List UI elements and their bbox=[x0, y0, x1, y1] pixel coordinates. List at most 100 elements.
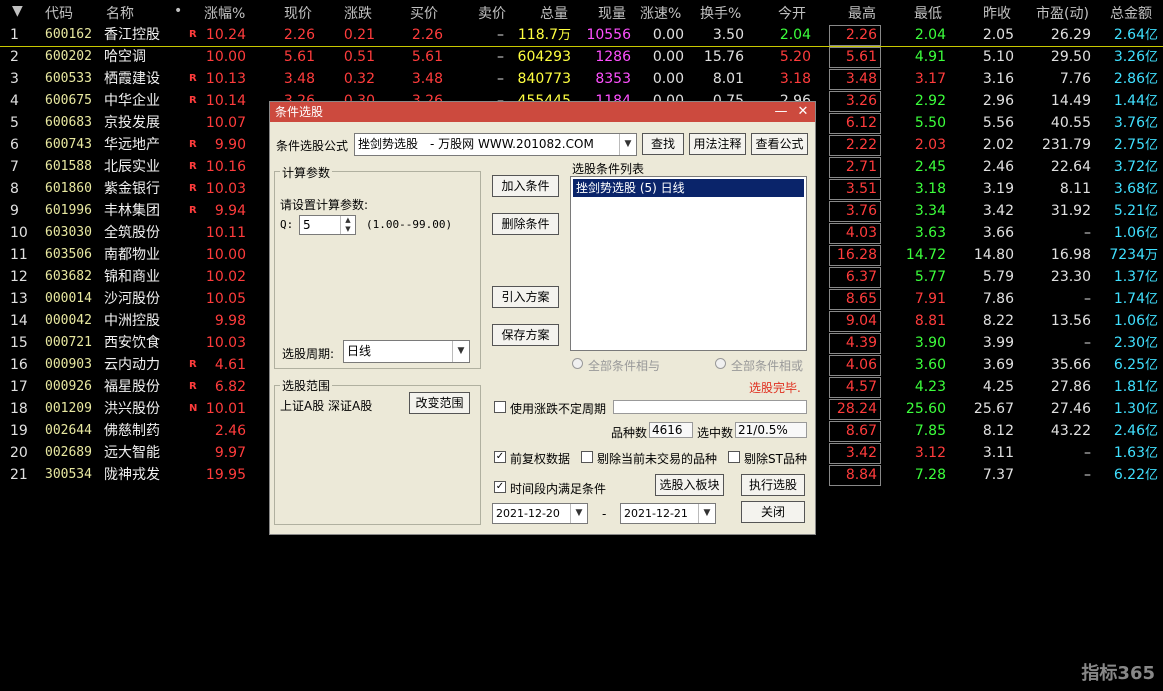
col-change-pct[interactable]: 涨幅% bbox=[204, 3, 245, 23]
add-condition-button[interactable]: 加入条件 bbox=[492, 175, 559, 197]
col-volume[interactable]: 总量 bbox=[540, 3, 568, 23]
high-value: 3.76 bbox=[845, 203, 877, 219]
stock-code: 601996 bbox=[45, 203, 92, 218]
high-value: 4.39 bbox=[845, 335, 877, 351]
find-button[interactable]: 查找 bbox=[642, 133, 684, 155]
quote-table-header: ▼ 代码 名称 • 涨幅% 现价 涨跌 买价 卖价 总量 现量 涨速% 换手% … bbox=[0, 0, 1163, 24]
low-value: 2.03 bbox=[914, 137, 946, 153]
col-change[interactable]: 涨跌 bbox=[344, 3, 372, 23]
table-row[interactable]: 3 600533 栖霞建设 R 10.13 3.48 0.32 3.48 – 8… bbox=[0, 68, 1163, 90]
change-value: 0.51 bbox=[343, 49, 375, 65]
to-block-button[interactable]: 选股入板块 bbox=[655, 474, 724, 496]
col-bid[interactable]: 买价 bbox=[410, 3, 438, 23]
import-scheme-button[interactable]: 引入方案 bbox=[492, 286, 559, 308]
date-to-picker[interactable]: 2021-12-21 ▼ bbox=[620, 503, 716, 524]
chevron-down-icon[interactable]: ▼ bbox=[570, 504, 587, 523]
use-limit-checkbox[interactable] bbox=[494, 401, 506, 413]
col-price[interactable]: 现价 bbox=[284, 3, 312, 23]
delete-condition-button[interactable]: 删除条件 bbox=[492, 213, 559, 235]
high-value: 4.06 bbox=[845, 357, 877, 373]
view-formula-button[interactable]: 查看公式 bbox=[751, 133, 808, 155]
table-row[interactable]: 1 600162 香江控股 R 10.24 2.26 0.21 2.26 – 1… bbox=[0, 24, 1163, 47]
col-cur-vol[interactable]: 现量 bbox=[598, 3, 626, 23]
col-high[interactable]: 最高 bbox=[848, 3, 876, 23]
close-button[interactable]: 关闭 bbox=[741, 501, 805, 523]
chevron-down-icon[interactable]: ▼ bbox=[698, 504, 715, 523]
execute-button[interactable]: 执行选股 bbox=[741, 474, 805, 496]
row-index: 19 bbox=[10, 423, 28, 439]
col-code[interactable]: 代码 bbox=[45, 3, 73, 23]
table-row[interactable]: 2 600202 哈空调 10.00 5.61 0.51 5.61 – 6042… bbox=[0, 46, 1163, 68]
exclude-st-checkbox[interactable] bbox=[728, 451, 740, 463]
param-q-stepper[interactable]: 5 ▲ ▼ bbox=[299, 215, 356, 235]
row-index: 11 bbox=[10, 247, 28, 263]
stepper-arrows-icon[interactable]: ▲ ▼ bbox=[340, 216, 355, 234]
formula-select[interactable]: 挫剑势选股 - 万股网 WWW.201082.COM ▼ bbox=[354, 133, 637, 156]
or-radio[interactable] bbox=[715, 358, 726, 369]
condition-selection-dialog: 条件选股 — ✕ 条件选股公式 挫剑势选股 - 万股网 WWW.201082.C… bbox=[269, 101, 816, 535]
col-low[interactable]: 最低 bbox=[914, 3, 942, 23]
col-name[interactable]: 名称 bbox=[106, 3, 134, 23]
volume-value: 840773 bbox=[517, 71, 571, 87]
low-value: 14.72 bbox=[905, 247, 946, 263]
pe-value: 31.92 bbox=[1050, 203, 1091, 219]
col-turnover[interactable]: 换手% bbox=[700, 3, 741, 23]
count-value: 4616 bbox=[649, 422, 693, 438]
high-value: 4.03 bbox=[845, 225, 877, 241]
amount-value: 3.68亿 bbox=[1113, 181, 1158, 197]
low-value: 4.91 bbox=[914, 49, 946, 65]
row-index: 16 bbox=[10, 357, 28, 373]
minimize-button[interactable]: — bbox=[770, 102, 792, 122]
col-amount[interactable]: 总金额 bbox=[1110, 3, 1152, 23]
usage-notes-button[interactable]: 用法注释 bbox=[689, 133, 746, 155]
col-prev-close[interactable]: 昨收 bbox=[983, 3, 1011, 23]
change-pct-value: 10.14 bbox=[205, 93, 246, 109]
list-item[interactable]: 挫剑势选股 (5) 日线 bbox=[573, 179, 804, 197]
open-value: 2.04 bbox=[779, 27, 811, 43]
change-pct-value: 10.00 bbox=[205, 247, 246, 263]
ask-value: – bbox=[497, 27, 504, 43]
pe-value: 231.79 bbox=[1042, 137, 1091, 153]
stock-code: 601588 bbox=[45, 159, 92, 174]
high-value: 6.12 bbox=[845, 115, 877, 131]
formula-value: 挫剑势选股 - 万股网 WWW.201082.COM bbox=[358, 137, 594, 151]
amount-value: 5.21亿 bbox=[1113, 203, 1158, 219]
stock-name: 中洲控股 bbox=[104, 313, 160, 329]
sort-arrow-icon[interactable]: ▼ bbox=[12, 3, 23, 19]
pe-value: 35.66 bbox=[1050, 357, 1091, 373]
close-icon[interactable]: ✕ bbox=[792, 102, 814, 122]
stock-code: 600202 bbox=[45, 49, 92, 64]
chevron-down-icon[interactable]: ▼ bbox=[452, 341, 469, 362]
col-pe[interactable]: 市盈(动) bbox=[1036, 3, 1089, 23]
change-range-button[interactable]: 改变范围 bbox=[409, 392, 470, 414]
prev-close-value: 3.16 bbox=[982, 71, 1014, 87]
col-open[interactable]: 今开 bbox=[778, 3, 806, 23]
low-value: 8.81 bbox=[914, 313, 946, 329]
row-index: 5 bbox=[10, 115, 19, 131]
bid-value: 3.48 bbox=[411, 71, 443, 87]
amount-value: 1.06亿 bbox=[1113, 225, 1158, 241]
pe-value: – bbox=[1084, 335, 1091, 351]
change-pct-value: 10.07 bbox=[205, 115, 246, 131]
exclude-notrade-checkbox[interactable] bbox=[581, 451, 593, 463]
row-index: 7 bbox=[10, 159, 19, 175]
amount-value: 6.22亿 bbox=[1113, 467, 1158, 483]
time-cond-checkbox[interactable]: ✓ bbox=[494, 481, 506, 493]
condition-list[interactable]: 挫剑势选股 (5) 日线 bbox=[570, 176, 807, 351]
amount-value: 3.26亿 bbox=[1113, 49, 1158, 65]
chevron-down-icon[interactable]: ▼ bbox=[619, 134, 636, 155]
condition-list-label: 选股条件列表 bbox=[572, 162, 645, 176]
col-speed[interactable]: 涨速% bbox=[640, 3, 681, 23]
col-ask[interactable]: 卖价 bbox=[478, 3, 506, 23]
prev-close-value: 14.80 bbox=[973, 247, 1014, 263]
and-radio[interactable] bbox=[572, 358, 583, 369]
period-select[interactable]: 日线 ▼ bbox=[343, 340, 470, 363]
stock-name: 中华企业 bbox=[104, 93, 160, 109]
stock-name: 北辰实业 bbox=[104, 159, 160, 175]
stock-name: 洪兴股份 bbox=[104, 401, 160, 417]
prev-close-value: 7.86 bbox=[982, 291, 1014, 307]
adjusted-checkbox[interactable]: ✓ bbox=[494, 451, 506, 463]
save-scheme-button[interactable]: 保存方案 bbox=[492, 324, 559, 346]
stock-code: 600533 bbox=[45, 71, 92, 86]
date-from-picker[interactable]: 2021-12-20 ▼ bbox=[492, 503, 588, 524]
